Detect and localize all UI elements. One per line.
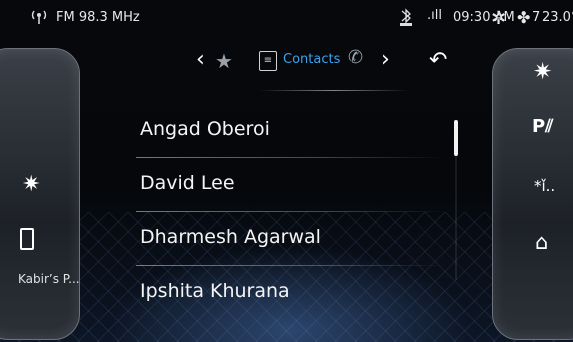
broadcast-icon — [30, 9, 48, 29]
signal-icon: .ıll — [427, 8, 442, 23]
list-item[interactable]: Ipshita Khurana — [136, 266, 446, 320]
paired-device-name[interactable]: Kabir’s P... — [18, 272, 80, 286]
contact-name: Dharmesh Agarwal — [140, 226, 321, 248]
header-divider — [258, 90, 410, 91]
scrollbar-thumb[interactable] — [454, 120, 458, 156]
list-item[interactable]: David Lee — [136, 158, 446, 212]
prev-arrow-icon[interactable]: ‹ — [196, 47, 205, 72]
bluetooth-audio-icon[interactable]: *ǐ.. — [534, 177, 555, 195]
status-bar: FM 98.3 MHz .ıll 09:30 AM ✲ ✤ 7 23.0°C — [0, 0, 573, 36]
fan-icon: ✤ — [517, 8, 531, 27]
contact-name: Angad Oberoi — [140, 118, 270, 140]
list-item[interactable]: Angad Oberoi — [136, 104, 446, 158]
ac-icon: ✲ — [491, 8, 507, 29]
home-icon[interactable]: ⌂ — [535, 230, 548, 254]
call-log-icon[interactable]: ✆ — [348, 47, 363, 68]
tab-contacts[interactable]: Contacts — [283, 52, 340, 67]
gear-icon[interactable]: ✷ — [22, 172, 40, 197]
right-panel — [492, 48, 573, 340]
bluetooth-icon — [399, 5, 413, 30]
contact-name: Ipshita Khurana — [140, 280, 290, 302]
list-item[interactable]: Dharmesh Agarwal — [136, 212, 446, 266]
parking-assist-icon[interactable]: P⫽ — [532, 116, 553, 137]
contact-name: David Lee — [140, 172, 235, 194]
phone-icon[interactable] — [20, 228, 34, 250]
contacts-icon: ≡ — [259, 51, 277, 71]
fan-level: 7 — [532, 10, 541, 25]
temperature: 23.0°C — [542, 10, 573, 25]
next-arrow-icon[interactable]: › — [381, 47, 390, 72]
star-icon[interactable]: ★ — [215, 49, 233, 73]
radio-station[interactable]: FM 98.3 MHz — [56, 10, 140, 25]
gear-icon[interactable]: ✷ — [533, 59, 552, 85]
infotainment-screen: FM 98.3 MHz .ıll 09:30 AM ✲ ✤ 7 23.0°C ‹… — [0, 0, 573, 342]
contacts-list: Angad Oberoi David Lee Dharmesh Agarwal … — [136, 104, 446, 320]
back-icon[interactable]: ↶ — [429, 48, 447, 73]
